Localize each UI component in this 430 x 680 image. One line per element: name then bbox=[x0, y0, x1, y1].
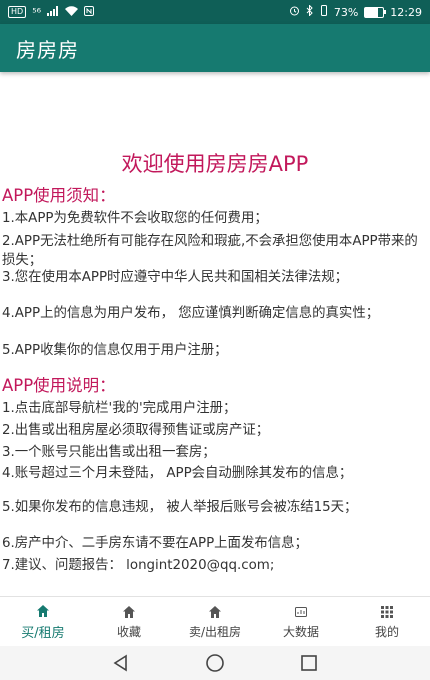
nav-label: 买/租房 bbox=[21, 625, 65, 641]
usage-title: APP使用说明： bbox=[2, 376, 116, 395]
nav-big-data[interactable]: 大数据 bbox=[258, 597, 344, 647]
nav-mine[interactable]: 我的 bbox=[344, 597, 430, 647]
nav-label: 大数据 bbox=[282, 624, 319, 639]
system-nav-bar bbox=[0, 646, 430, 680]
usage-item: 6.房产中介、二手房东请不要在APP上面发布信息； bbox=[2, 536, 308, 551]
usage-item: 2.出售或出租房屋必须取得预售证或房产证； bbox=[2, 423, 270, 438]
nfc-icon bbox=[84, 5, 95, 19]
app-title: 房房房 bbox=[16, 37, 79, 62]
nav-label: 收藏 bbox=[116, 624, 141, 639]
signal-icon bbox=[47, 5, 59, 19]
alarm-icon bbox=[289, 5, 300, 19]
home-icon bbox=[209, 605, 221, 618]
app-bar: 房房房 bbox=[0, 24, 430, 72]
status-time: 12:29 bbox=[390, 5, 422, 19]
usage-item: 3.一个账号只能出售或出租一套房； bbox=[2, 445, 216, 460]
back-icon[interactable] bbox=[109, 651, 133, 675]
home-icon bbox=[123, 605, 135, 618]
battery-level bbox=[365, 7, 379, 17]
usage-item: 1.点击底部导航栏'我的'完成用户注册； bbox=[2, 401, 237, 416]
nav-favorites[interactable]: 收藏 bbox=[86, 597, 172, 647]
notice-item: 5.APP收集你的信息仅用于用户注册； bbox=[2, 343, 228, 358]
welcome-heading: 欢迎使用房房房APP bbox=[121, 152, 309, 176]
nav-label: 卖/出租房 bbox=[188, 624, 242, 639]
notice-item: 3.您在使用本APP时应遵守中华人民共和国相关法律法规； bbox=[2, 270, 349, 285]
home-button-icon[interactable] bbox=[203, 651, 227, 675]
main-content[interactable]: 欢迎使用房房房APP APP使用须知： 1.本APP为免费软件不会收取您的任何费… bbox=[0, 72, 430, 596]
usage-item: 7.建议、问题报告： longint2020@qq.com; bbox=[2, 558, 275, 573]
usage-item: 5.如果你发布的信息违规， 被人举报后账号会被冻结15天； bbox=[2, 500, 358, 515]
battery-icon bbox=[364, 6, 387, 18]
notice-item: 4.APP上的信息为用户发布， 您应谨慎判断确定信息的真实性； bbox=[2, 306, 380, 321]
bluetooth-icon bbox=[306, 4, 314, 19]
data-icon bbox=[295, 606, 307, 617]
nav-label: 我的 bbox=[374, 624, 399, 639]
wifi-icon bbox=[65, 5, 79, 19]
status-bar-right: 73% 12:29 bbox=[289, 4, 422, 19]
notice-item: 1.本APP为免费软件不会收取您的任何费用； bbox=[2, 211, 268, 226]
home-icon bbox=[37, 604, 49, 617]
battery-percent: 73% bbox=[333, 5, 359, 19]
status-bar-left: HD ⁵⁶ bbox=[8, 5, 95, 19]
bottom-nav: 买/租房 收藏 卖/出租房 大数据 我的 bbox=[0, 596, 430, 647]
nav-sell-rent-out[interactable]: 卖/出租房 bbox=[172, 597, 258, 647]
recents-icon[interactable] bbox=[297, 651, 321, 675]
usage-item: 4.账号超过三个月未登陆， APP会自动删除其发布的信息； bbox=[2, 466, 353, 481]
status-bar: HD ⁵⁶ 73% 12:29 bbox=[0, 0, 430, 24]
grid-icon bbox=[381, 605, 393, 618]
nav-buy-rent[interactable]: 买/租房 bbox=[0, 597, 86, 647]
notice-title: APP使用须知： bbox=[2, 186, 116, 205]
vibrate-icon bbox=[320, 5, 328, 19]
notice-item: 2.APP无法杜绝所有可能存在风险和瑕疵,不会承担您使用本APP带来的损失； bbox=[2, 234, 418, 268]
hd-badge: HD bbox=[8, 6, 27, 18]
signal-badge: ⁵⁶ bbox=[32, 5, 42, 19]
